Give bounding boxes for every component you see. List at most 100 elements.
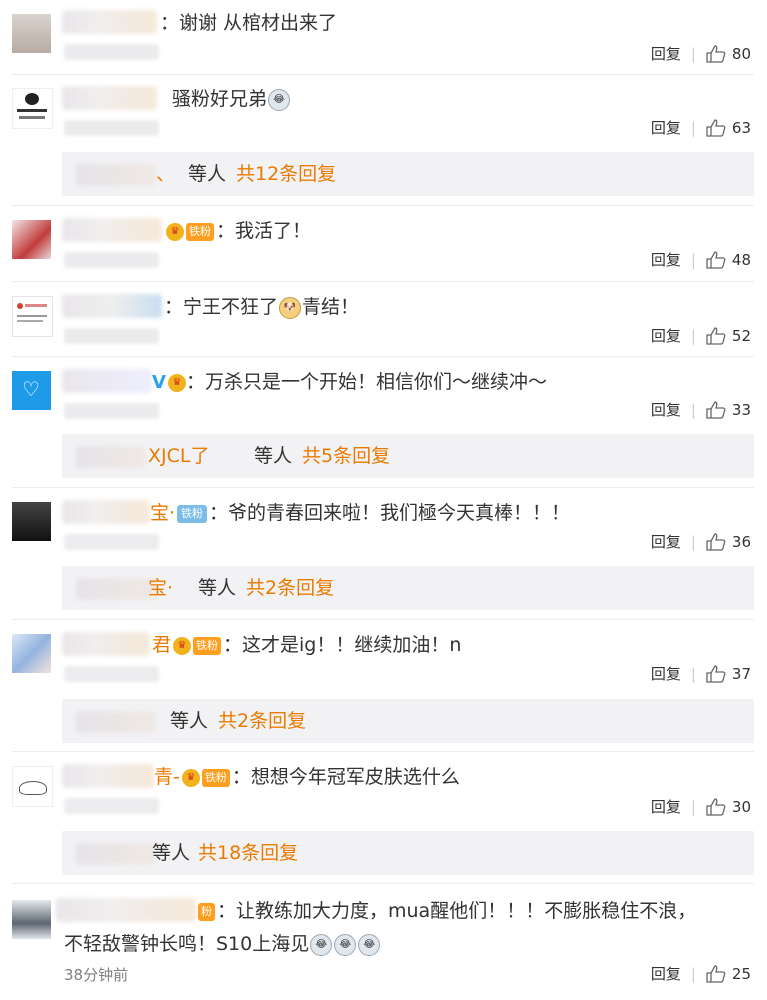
comment-actions: 回复 | 80 [651, 44, 751, 64]
comment-text: 粉：让教练加大力度，mua醒他们！！！不膨胀稳住不浪， [196, 898, 696, 924]
username-blurred[interactable] [62, 86, 157, 110]
comment-1: ：谢谢 从棺材出来了 回复 | 80 [0, 0, 767, 74]
username-blurred[interactable] [62, 294, 162, 318]
thumb-up-icon[interactable] [706, 401, 726, 419]
comment-text: ：谢谢 从棺材出来了 [160, 12, 338, 34]
reply-users-blurred [76, 843, 156, 865]
comment-actions: 回复 | 48 [651, 250, 751, 270]
username-blurred[interactable] [62, 632, 150, 656]
timestamp: 38分钟前 [64, 966, 129, 984]
thumb-up-icon[interactable] [706, 965, 726, 983]
username-blurred[interactable] [62, 764, 154, 788]
reply-total-link[interactable]: 共5条回复 [302, 434, 390, 478]
laugh-cry-emoji-icon: 😂 [334, 933, 357, 956]
like-count: 63 [731, 119, 751, 137]
reply-total-link[interactable]: 共2条回复 [246, 566, 334, 610]
reply-others: 等人 [152, 842, 191, 864]
reply-others: 等人 [254, 445, 293, 467]
reply-total-link[interactable]: 共18条回复 [198, 831, 298, 875]
meta-blurred [64, 120, 159, 136]
avatar[interactable] [12, 900, 51, 939]
comment-9: 粉：让教练加大力度，mua醒他们！！！不膨胀稳住不浪， 不轻敌警钟长鸣！S10上… [0, 884, 767, 1000]
comment-text: ♛ 铁粉 ：我活了！ [164, 218, 311, 244]
reply-summary[interactable]: XJCL了 等人 共5条回复 [62, 434, 754, 478]
avatar[interactable] [12, 220, 51, 259]
thumb-up-icon[interactable] [706, 251, 726, 269]
reply-users-blurred [76, 446, 146, 468]
iron-fan-badge: 铁粉 [177, 504, 208, 523]
thumb-up-icon[interactable] [706, 45, 726, 63]
username-blurred[interactable] [56, 898, 196, 922]
comment-7: 君 ♛ 铁粉 ：这才是ig！！继续加油！n 回复 | 37 [0, 620, 767, 696]
username-blurred[interactable] [62, 500, 150, 524]
comment-text: V ♛ ：万杀只是一个开始！相信你们～继续冲～ [152, 369, 547, 396]
avatar[interactable] [12, 296, 53, 337]
fan-badge: 铁粉 [186, 222, 214, 241]
reply-button[interactable]: 回复 [651, 250, 681, 270]
reply-users-blurred [76, 164, 156, 186]
reply-summary[interactable]: 宝· 等人 共2条回复 [62, 566, 754, 610]
meta-blurred [64, 534, 159, 550]
comment-text: 君 ♛ 铁粉 ：这才是ig！！继续加油！n [152, 632, 461, 658]
comment-4: ：宁王不狂了 🐶 青结！ 回复 | 52 [0, 282, 767, 356]
avatar[interactable] [12, 634, 51, 673]
comment-actions: 回复 | 36 [651, 532, 751, 552]
username-tail: 君 [152, 634, 172, 656]
divider-bar: | [690, 533, 696, 551]
fan-badge: 铁粉 [201, 768, 230, 787]
thumb-up-icon[interactable] [706, 533, 726, 551]
avatar[interactable] [12, 766, 53, 807]
thumb-up-icon[interactable] [706, 798, 726, 816]
comment-text: 青- ♛ 铁粉 ：想想今年冠军皮肤选什么 [154, 764, 460, 790]
comment-text-content: 骚粉好兄弟 [172, 88, 268, 110]
avatar[interactable] [12, 88, 53, 129]
meta-blurred [64, 44, 159, 60]
reply-total-link[interactable]: 共12条回复 [236, 152, 336, 196]
reply-summary[interactable]: 等人 共2条回复 [62, 699, 754, 743]
reply-users-blurred [76, 578, 156, 600]
avatar[interactable]: ♡ [12, 371, 51, 410]
like-count: 25 [731, 965, 751, 983]
thumb-up-icon[interactable] [706, 665, 726, 683]
crown-badge-icon: ♛ [167, 373, 186, 392]
comment-actions: 回复 | 25 [651, 964, 751, 984]
comment-actions: 回复 | 37 [651, 664, 751, 684]
meta-blurred [64, 328, 159, 344]
avatar[interactable] [12, 14, 51, 53]
crown-badge-icon: ♛ [181, 768, 200, 787]
reply-button[interactable]: 回复 [651, 44, 681, 64]
thumb-up-icon[interactable] [706, 327, 726, 345]
thumb-up-icon[interactable] [706, 119, 726, 137]
reply-button[interactable]: 回复 [651, 400, 681, 420]
reply-button[interactable]: 回复 [651, 797, 681, 817]
comment-text-content-2: 青结！ [302, 296, 360, 318]
reply-total-link[interactable]: 共2条回复 [218, 699, 306, 743]
reply-button[interactable]: 回复 [651, 326, 681, 346]
username-blurred[interactable] [62, 369, 152, 393]
comment-text: 骚粉好兄弟 😂 [172, 86, 291, 112]
reply-summary[interactable]: 、 等人 共12条回复 [62, 152, 754, 196]
fan-badge: 粉 [198, 902, 215, 921]
doge-emoji-icon: 🐶 [279, 296, 302, 319]
reply-button[interactable]: 回复 [651, 532, 681, 552]
like-count: 52 [731, 327, 751, 345]
like-count: 37 [731, 665, 751, 683]
laugh-cry-emoji-icon: 😂 [268, 88, 291, 111]
reply-prefix: 、 [156, 163, 176, 185]
reply-button[interactable]: 回复 [651, 664, 681, 684]
reply-button[interactable]: 回复 [651, 118, 681, 138]
reply-button[interactable]: 回复 [651, 964, 681, 984]
reply-summary[interactable]: 等人 共18条回复 [62, 831, 754, 875]
username-blurred[interactable] [62, 218, 162, 242]
like-count: 80 [731, 45, 751, 63]
like-count: 36 [731, 533, 751, 551]
comment-actions: 回复 | 30 [651, 797, 751, 817]
comment-text: ：宁王不狂了 🐶 青结！ [164, 294, 359, 320]
reply-users-blurred [76, 711, 156, 733]
meta-blurred [64, 666, 159, 682]
reply-prefix: XJCL了 [148, 445, 210, 467]
avatar[interactable] [12, 502, 51, 541]
divider-bar: | [690, 401, 696, 419]
username-blurred[interactable] [62, 10, 157, 34]
crown-badge-icon: ♛ [166, 222, 184, 241]
